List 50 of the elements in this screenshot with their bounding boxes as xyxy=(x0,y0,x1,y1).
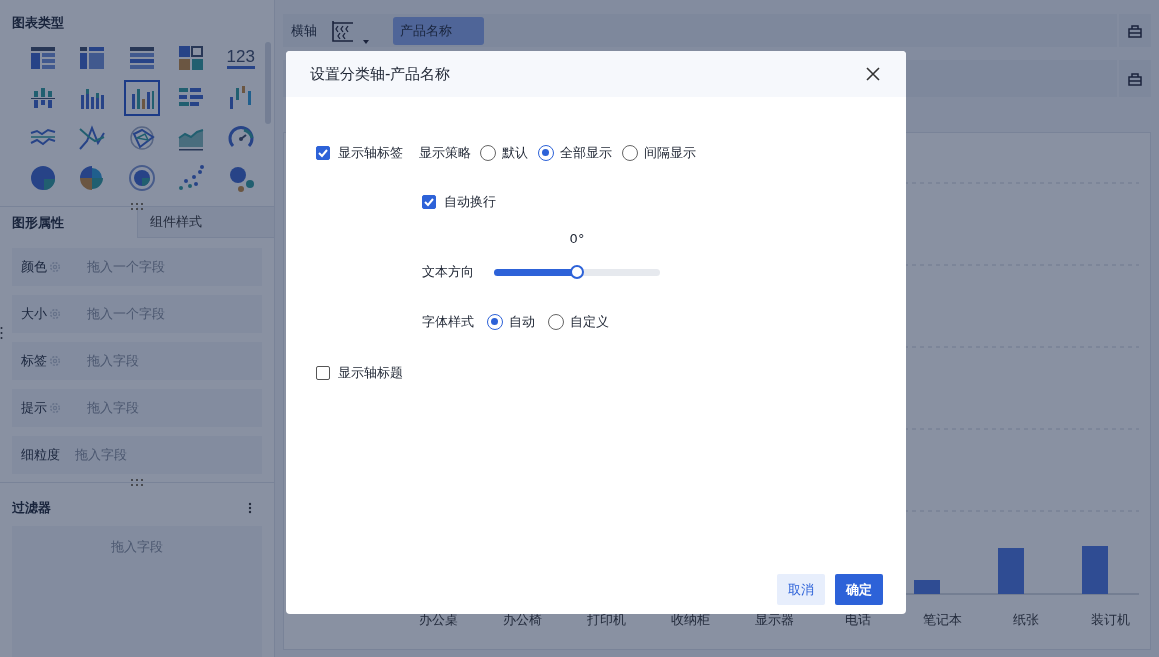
radio-label[interactable]: 自动 xyxy=(509,313,535,331)
dialog-title: 设置分类轴-产品名称 xyxy=(310,64,451,84)
chart-bar xyxy=(1082,546,1108,594)
checkbox-label[interactable]: 自动换行 xyxy=(444,193,496,211)
checkbox[interactable] xyxy=(316,366,330,380)
radio-label[interactable]: 默认 xyxy=(502,144,528,162)
drag-handle-icon[interactable] xyxy=(130,478,144,486)
axis-tick-label: 电话 xyxy=(844,611,872,629)
axis-label: 横轴 xyxy=(291,21,317,40)
option-label: 文本方向 xyxy=(422,263,474,281)
option-label: 显示策略 xyxy=(419,144,471,162)
confirm-button[interactable]: 确定 xyxy=(835,574,883,605)
field-label: 提示 xyxy=(21,399,47,417)
axis-tick-label: 办公桌 xyxy=(417,611,459,629)
axis-tick-label: 办公椅 xyxy=(501,611,543,629)
close-icon[interactable] xyxy=(866,67,880,81)
radio-label[interactable]: 间隔显示 xyxy=(644,144,696,162)
radio-label[interactable]: 自定义 xyxy=(570,313,609,331)
more-icon[interactable] xyxy=(248,502,252,514)
chart-bar xyxy=(914,580,940,594)
field-label: 标签 xyxy=(21,352,47,370)
axis-tick-label: 打印机 xyxy=(585,611,627,629)
section-title: 图表类型 xyxy=(12,14,65,32)
option-label: 字体样式 xyxy=(422,313,474,331)
checkbox[interactable] xyxy=(316,146,330,160)
radio-label[interactable]: 全部显示 xyxy=(560,144,612,162)
chart-bar xyxy=(998,548,1024,594)
tab[interactable]: 组件样式 xyxy=(137,207,274,238)
checkbox[interactable] xyxy=(422,195,436,209)
section-title: 过滤器 xyxy=(12,499,51,517)
field-label: 细粒度 xyxy=(21,446,60,464)
checkbox-label[interactable]: 显示轴标题 xyxy=(338,364,403,382)
cancel-button[interactable]: 取消 xyxy=(777,574,825,605)
axis-tick-label: 收纳柜 xyxy=(669,611,711,629)
axis-tick-label: 装订机 xyxy=(1089,611,1131,629)
field-chip[interactable]: 产品名称 xyxy=(393,16,484,45)
field-label: 大小 xyxy=(21,305,47,323)
axis-tick-label: 显示器 xyxy=(753,611,795,629)
chart-type-option[interactable]: 123 xyxy=(222,40,259,76)
chart-type-option[interactable] xyxy=(123,80,160,116)
slider-value: 0° xyxy=(569,230,585,246)
checkbox-label[interactable]: 显示轴标签 xyxy=(338,144,403,162)
chart-type-icon xyxy=(126,163,157,193)
axis-tick-label: 纸张 xyxy=(1012,611,1040,629)
slider-thumb[interactable] xyxy=(570,265,584,279)
axis-tick-label: 笔记本 xyxy=(921,611,963,629)
chart-type-icon xyxy=(176,163,207,193)
chart-type-label: 123 xyxy=(226,47,255,69)
drag-handle-icon[interactable] xyxy=(130,202,144,210)
field-label: 颜色 xyxy=(21,258,47,276)
